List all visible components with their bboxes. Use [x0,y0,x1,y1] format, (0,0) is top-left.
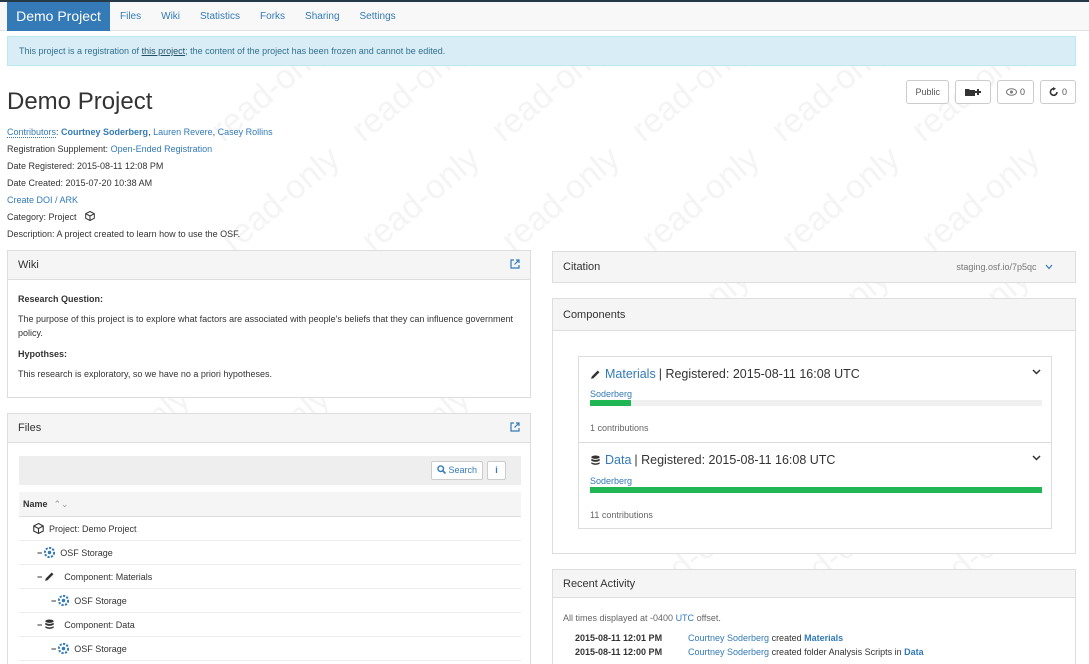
public-button[interactable]: Public [906,80,949,104]
collapse-toggle[interactable]: − [37,565,42,589]
components-panel: Components Materials | Registered: 2015-… [552,298,1076,554]
components-panel-header: Components [553,299,1075,331]
file-tree-row[interactable]: − Component: Materials [19,565,521,589]
nav-files[interactable]: Files [110,2,151,31]
citation-panel: Citation staging.osf.io/7p5qc [552,251,1076,283]
description-line: Description: A project created to learn … [7,229,241,239]
files-panel: Files Search i Name ⌃⌄ Project: Demo Proj… [7,413,531,664]
cube-icon [85,210,95,222]
contribution-bar [590,487,1042,493]
fork-icon [1049,87,1058,97]
category-line: Category: Project [7,210,273,228]
registration-supplement: Registration Supplement: Open-Ended Regi… [7,144,213,154]
activity-row: 2015-08-11 12:00 PM Courtney Soderberg c… [575,647,924,661]
files-toolbar: Search i [19,456,521,485]
file-tree-row[interactable]: − OSF Storage [19,541,521,565]
wiki-panel: Wiki Research Question: The purpose of t… [7,250,531,398]
osf-storage-icon [58,595,70,606]
watch-button[interactable]: 0 [996,80,1034,104]
files-search-button[interactable]: Search [430,461,483,480]
files-panel-header: Files [8,414,530,443]
collapse-toggle[interactable]: − [51,637,56,661]
files-info-button[interactable]: i [487,461,506,480]
chevron-down-icon[interactable] [1045,264,1053,270]
add-to-collection-button[interactable] [954,80,991,104]
chevron-down-icon[interactable] [1032,453,1041,462]
wiki-panel-header: Wiki [8,251,530,280]
citation-panel-header[interactable]: Citation staging.osf.io/7p5qc [553,252,1075,282]
file-tree-row[interactable]: Project: Demo Project [19,517,521,541]
component-card-materials: Materials | Registered: 2015-08-11 16:08… [578,356,1052,443]
citation-url: staging.osf.io/7p5qc [956,252,1053,282]
contributor-link[interactable]: Courtney Soderberg [61,127,148,137]
create-doi-link[interactable]: Create DOI / ARK [7,195,78,205]
fork-button[interactable]: 0 [1039,80,1076,104]
files-name-column-header[interactable]: Name ⌃⌄ [19,492,521,517]
timezone-note: All times displayed at -0400 UTC offset. [563,613,721,623]
component-link[interactable]: Materials [605,367,656,381]
project-meta: Contributors: Courtney Soderberg, Lauren… [7,126,273,245]
contributor-link[interactable]: Soderberg [590,476,632,486]
contributor-link[interactable]: Lauren Revere [153,127,213,137]
nav-wiki[interactable]: Wiki [151,2,190,31]
search-icon [437,465,447,475]
nav-statistics[interactable]: Statistics [190,2,250,31]
database-icon [45,619,54,629]
supplement-link[interactable]: Open-Ended Registration [111,144,213,154]
contributor-link[interactable]: Soderberg [590,389,632,399]
contributor-link[interactable]: Casey Rollins [218,127,273,137]
activity-target-link[interactable]: Data [904,647,924,657]
chevron-down-icon[interactable] [1032,367,1041,376]
osf-storage-icon [44,547,56,558]
collapse-toggle[interactable]: − [51,589,56,613]
activity-target-link[interactable]: Materials [804,633,843,643]
contributors-line: Contributors: Courtney Soderberg, Lauren… [7,127,273,138]
external-link-icon[interactable] [510,259,520,269]
activity-user-link[interactable]: Courtney Soderberg [688,647,769,661]
project-nav-links: Files Wiki Statistics Forks Sharing Sett… [110,2,406,31]
database-icon [591,455,600,465]
date-created: Date Created: 2015-07-20 10:38 AM [7,178,153,188]
contribution-bar [590,400,1042,406]
file-tree-row[interactable]: − Component: Data [19,613,521,637]
project-brand-link[interactable]: Demo Project [7,2,110,31]
nav-settings[interactable]: Settings [350,2,406,31]
contributors-label[interactable]: Contributors [7,127,57,138]
external-link-icon[interactable] [510,422,520,432]
file-tree-row[interactable]: − OSF Storage [19,589,521,613]
registration-alert: This project is a registration of this p… [7,36,1076,66]
collapse-toggle[interactable]: − [37,613,42,637]
contributions-count: 1 contributions [590,423,649,433]
collapse-toggle[interactable]: − [37,541,42,565]
date-registered: Date Registered: 2015-08-11 12:08 PM [7,161,164,171]
page-title: Demo Project [7,88,153,115]
project-actions: Public 0 0 [906,80,1076,104]
utc-link[interactable]: UTC [676,613,695,623]
folder-plus-icon [964,89,981,96]
contributions-count: 11 contributions [590,510,653,520]
original-project-link[interactable]: this project [142,46,186,56]
contribution-bar-fill [590,487,1042,493]
project-navbar: Demo Project Files Wiki Statistics Forks… [0,0,1089,31]
eye-icon [1005,88,1017,96]
wiki-content: Research Question: The purpose of this p… [18,294,513,379]
nav-sharing[interactable]: Sharing [295,2,349,31]
pencil-icon [591,370,600,379]
component-link[interactable]: Data [605,453,631,467]
activity-user-link[interactable]: Courtney Soderberg [688,633,769,647]
activity-row: 2015-08-11 12:01 PM Courtney Soderberg c… [575,633,843,647]
contribution-bar-fill [590,400,631,406]
recent-activity-panel: Recent Activity All times displayed at -… [552,569,1076,664]
sort-arrows-icon[interactable]: ⌃⌄ [54,499,69,509]
recent-activity-header: Recent Activity [553,570,1075,598]
component-card-data: Data | Registered: 2015-08-11 16:08 UTC … [578,442,1052,529]
file-tree-row[interactable]: − OSF Storage [19,637,521,661]
cube-icon [33,523,44,534]
pencil-icon [45,572,54,581]
osf-storage-icon [58,643,70,654]
nav-forks[interactable]: Forks [250,2,295,31]
